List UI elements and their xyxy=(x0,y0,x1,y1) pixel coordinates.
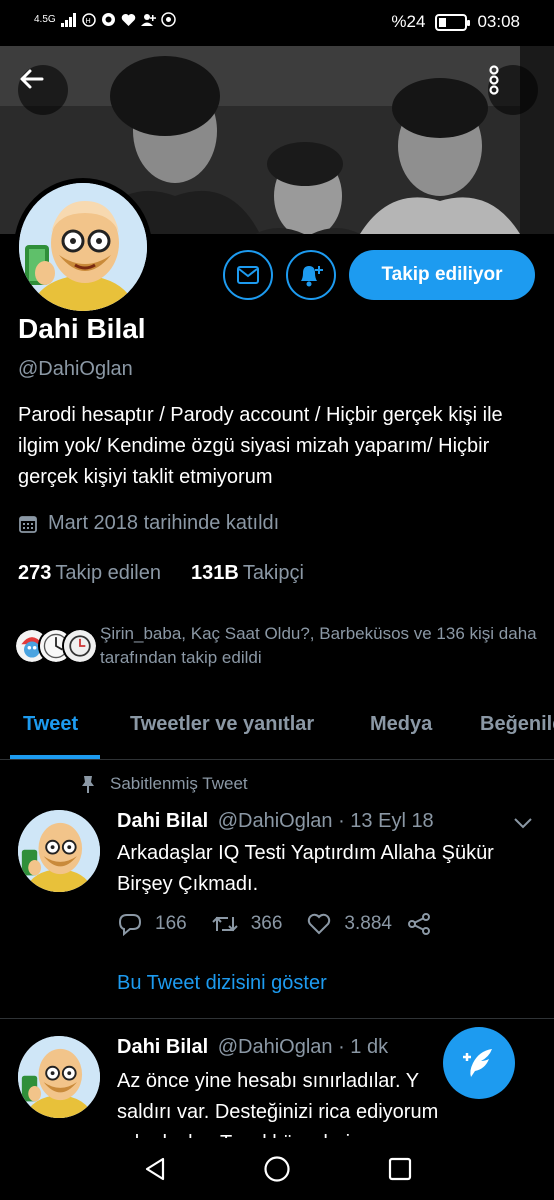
pinned-indicator: Sabitlenmiş Tweet xyxy=(80,774,248,794)
show-thread-link[interactable]: Bu Tweet dizisini göster xyxy=(117,972,327,995)
profile-bio: Parodi hesaptır / Parody account / Hiçbi… xyxy=(18,404,503,488)
share-icon[interactable] xyxy=(406,912,432,936)
tweet-avatar[interactable] xyxy=(18,1036,100,1118)
circle-home-icon xyxy=(264,1156,290,1182)
signal-icon xyxy=(60,12,76,27)
tweet-text-line: saldırı var. Desteğinizi rica ediyorum xyxy=(117,1101,439,1123)
bell-plus-icon xyxy=(301,266,323,287)
calendar-icon xyxy=(19,515,37,533)
following-label: Takip edilen xyxy=(55,562,161,584)
followed-by[interactable]: Şirin_baba, Kaç Saat Oldu?, Barbeküsos v… xyxy=(14,622,540,670)
compose-feather-icon xyxy=(463,1049,492,1077)
cartoon-avatar xyxy=(18,810,100,892)
profile-name: Dahi Bilal xyxy=(18,313,146,344)
add-user-icon xyxy=(140,13,156,26)
tweet-date: · 1 dk xyxy=(338,1036,389,1058)
status-bar: 4.5G H %24 03:08 xyxy=(0,0,554,46)
tweet-author-handle: @DahiOglan xyxy=(217,1036,333,1058)
follow-counts: 273 Takip edilen 131B Takipçi xyxy=(18,562,304,585)
followers-count: 131B xyxy=(191,562,239,584)
battery-percent: %24 xyxy=(391,12,426,31)
tweet-author-handle: @DahiOglan xyxy=(217,810,333,832)
like-button[interactable]: 3.884 xyxy=(306,912,392,936)
profile-handle: @DahiOglan xyxy=(18,358,133,380)
mail-icon xyxy=(237,266,259,284)
more-options-button[interactable] xyxy=(488,65,538,115)
nav-recents-button[interactable] xyxy=(385,1154,415,1184)
following-button[interactable]: Takip ediliyor xyxy=(349,250,535,300)
profile-tabs: Tweet Tweetler ve yanıtlar Medya Beğenil… xyxy=(0,700,554,760)
network-type: 4.5G xyxy=(34,14,56,25)
join-date-text: Mart 2018 tarihinde katıldı xyxy=(48,512,280,534)
notifications-button[interactable] xyxy=(286,250,336,300)
chevron-down-icon[interactable] xyxy=(512,816,534,830)
reply-icon xyxy=(118,914,142,936)
heart-outline-icon xyxy=(308,913,331,935)
svg-text:H: H xyxy=(85,17,90,25)
join-date: Mart 2018 tarihinde katıldı xyxy=(18,512,279,535)
status-right: %24 03:08 xyxy=(391,12,520,32)
compose-tweet-button[interactable] xyxy=(443,1027,515,1099)
battery-icon xyxy=(435,13,471,31)
heart-icon xyxy=(121,13,135,26)
active-tab-indicator xyxy=(10,755,100,759)
follower-avatar-dial xyxy=(62,628,98,664)
tweet-header: Dahi Bilal @DahiOglan · 1 dk xyxy=(117,1036,388,1059)
tweet-avatar[interactable] xyxy=(18,810,100,892)
following-count-link[interactable]: 273 Takip edilen xyxy=(18,562,161,585)
tab-tweets-and-replies[interactable]: Tweetler ve yanıtlar xyxy=(130,713,314,736)
follower-avatars xyxy=(14,624,100,668)
tab-likes[interactable]: Beğeniler xyxy=(480,713,554,736)
retweet-button[interactable]: 366 xyxy=(211,913,283,935)
back-button[interactable] xyxy=(18,65,68,115)
like-count: 3.884 xyxy=(344,913,392,934)
triangle-back-icon xyxy=(145,1157,165,1181)
tweet-divider xyxy=(0,1018,554,1019)
whatsapp-icon xyxy=(101,13,115,26)
clock: 03:08 xyxy=(477,12,520,31)
tweet-author-name[interactable]: Dahi Bilal xyxy=(117,810,208,832)
followers-label: Takipçi xyxy=(242,562,304,584)
nav-home-button[interactable] xyxy=(262,1154,292,1184)
retweet-icon xyxy=(211,916,238,932)
tab-tweets[interactable]: Tweet xyxy=(23,713,78,736)
cartoon-avatar xyxy=(18,1036,100,1118)
nav-back-button[interactable] xyxy=(140,1154,170,1184)
followers-count-link[interactable]: 131B Takipçi xyxy=(191,562,304,585)
arrow-left-icon xyxy=(20,69,44,89)
system-nav-bar xyxy=(0,1138,554,1200)
tweet-header: Dahi Bilal @DahiOglan · 13 Eyl 18 xyxy=(117,810,434,833)
message-button[interactable] xyxy=(223,250,273,300)
cartoon-avatar xyxy=(19,183,147,311)
tweet-author-name[interactable]: Dahi Bilal xyxy=(117,1036,208,1058)
reply-count: 166 xyxy=(155,913,187,934)
profile-avatar[interactable] xyxy=(14,178,152,316)
reply-button[interactable]: 166 xyxy=(117,912,187,936)
tweet-text-line: arkadaşlar. Teşekkür ederim xyxy=(117,1128,537,1138)
retweet-count: 366 xyxy=(250,913,283,934)
tweet-text: Arkadaşlar IQ Testi Yaptırdım Allaha Şük… xyxy=(117,842,494,895)
tab-media[interactable]: Medya xyxy=(370,713,432,736)
volte-icon: H xyxy=(81,12,96,27)
status-icons: 4.5G H xyxy=(34,12,176,27)
tweet-date: · 13 Eyl 18 xyxy=(338,810,434,832)
soccer-icon xyxy=(160,12,176,27)
followed-by-text: Şirin_baba, Kaç Saat Oldu?, Barbeküsos v… xyxy=(100,624,537,667)
following-count: 273 xyxy=(18,562,52,584)
pinned-label: Sabitlenmiş Tweet xyxy=(110,774,248,793)
square-recents-icon xyxy=(388,1157,412,1181)
tweet-actions: 166 366 3.884 xyxy=(117,912,432,936)
more-vertical-icon xyxy=(489,65,499,95)
pin-icon xyxy=(82,776,94,793)
